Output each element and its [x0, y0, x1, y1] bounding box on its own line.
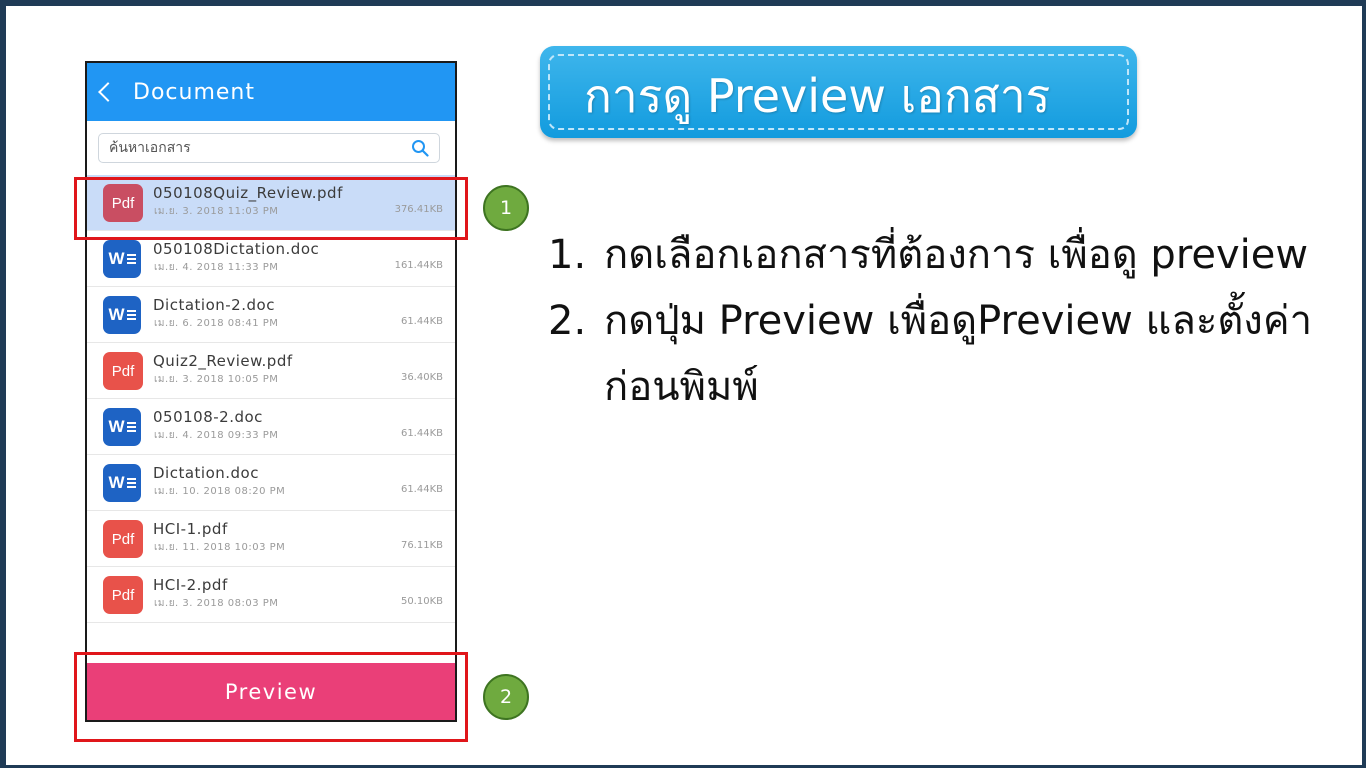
file-list: Pdf 050108Quiz_Review.pdf เม.ย. 3. 2018 … [87, 175, 455, 623]
file-row[interactable]: W 050108-2.doc เม.ย. 4. 2018 09:33 PM 61… [87, 399, 455, 455]
file-size: 61.44KB [400, 428, 443, 439]
file-date: เม.ย. 10. 2018 08:20 PM [154, 486, 286, 497]
file-date: เม.ย. 6. 2018 08:41 PM [154, 318, 279, 329]
pdf-file-icon: Pdf [103, 352, 143, 390]
phone-screen: Document ค้นหาเอกสาร Pdf 050108Quiz_Revi… [85, 61, 457, 722]
search-input[interactable]: ค้นหาเอกสาร [98, 133, 440, 163]
file-size: 61.44KB [400, 484, 443, 495]
title-banner: การดู Preview เอกสาร [540, 46, 1137, 138]
instruction-step: 2. กดปุ่ม Preview เพื่อดูPreview และตั้ง… [548, 288, 1328, 420]
word-file-icon: W [103, 408, 141, 446]
search-icon[interactable] [411, 139, 429, 157]
file-row[interactable]: Pdf HCI-2.pdf เม.ย. 3. 2018 08:03 PM 50.… [87, 567, 455, 623]
file-size: 50.10KB [400, 596, 443, 607]
file-date: เม.ย. 3. 2018 10:05 PM [154, 374, 279, 385]
file-name: Dictation-2.doc [153, 296, 275, 314]
file-name: HCI-1.pdf [153, 520, 228, 538]
file-size: 36.40KB [400, 372, 443, 383]
instruction-steps: 1. กดเลือกเอกสารที่ต้องการ เพื่อดู previ… [548, 222, 1328, 420]
file-row[interactable]: Pdf Quiz2_Review.pdf เม.ย. 3. 2018 10:05… [87, 343, 455, 399]
file-size: 61.44KB [400, 316, 443, 327]
pdf-file-icon: Pdf [103, 576, 143, 614]
app-header: Document [87, 63, 455, 121]
step-text: กดเลือกเอกสารที่ต้องการ เพื่อดู preview [604, 232, 1309, 278]
file-row[interactable]: W Dictation.doc เม.ย. 10. 2018 08:20 PM … [87, 455, 455, 511]
file-name: Quiz2_Review.pdf [153, 352, 293, 370]
selected-file-highlight [74, 177, 468, 240]
step-number: 1. [548, 232, 587, 278]
file-name: HCI-2.pdf [153, 576, 228, 594]
word-file-icon: W [103, 464, 141, 502]
file-size: 76.11KB [400, 540, 443, 551]
step-2-badge: 2 [483, 674, 529, 720]
step-text: กดปุ่ม Preview เพื่อดูPreview และตั้งค่า… [604, 298, 1313, 410]
search-placeholder: ค้นหาเอกสาร [109, 140, 191, 156]
word-file-icon: W [103, 240, 141, 278]
back-arrow-icon[interactable] [98, 82, 118, 102]
app-title: Document [133, 79, 255, 105]
file-date: เม.ย. 4. 2018 11:33 PM [154, 262, 279, 273]
file-name: 050108-2.doc [153, 408, 263, 426]
pdf-file-icon: Pdf [103, 520, 143, 558]
file-name: 050108Dictation.doc [153, 240, 320, 258]
preview-button-highlight [74, 652, 468, 742]
word-file-icon: W [103, 296, 141, 334]
slide-title: การดู Preview เอกสาร [584, 69, 1051, 123]
file-name: Dictation.doc [153, 464, 259, 482]
file-date: เม.ย. 3. 2018 08:03 PM [154, 598, 279, 609]
file-row[interactable]: Pdf HCI-1.pdf เม.ย. 11. 2018 10:03 PM 76… [87, 511, 455, 567]
file-date: เม.ย. 4. 2018 09:33 PM [154, 430, 279, 441]
file-row[interactable]: W Dictation-2.doc เม.ย. 6. 2018 08:41 PM… [87, 287, 455, 343]
file-date: เม.ย. 11. 2018 10:03 PM [154, 542, 286, 553]
file-size: 161.44KB [394, 260, 443, 271]
step-1-badge: 1 [483, 185, 529, 231]
step-number: 2. [548, 298, 587, 344]
instruction-step: 1. กดเลือกเอกสารที่ต้องการ เพื่อดู previ… [548, 222, 1328, 288]
